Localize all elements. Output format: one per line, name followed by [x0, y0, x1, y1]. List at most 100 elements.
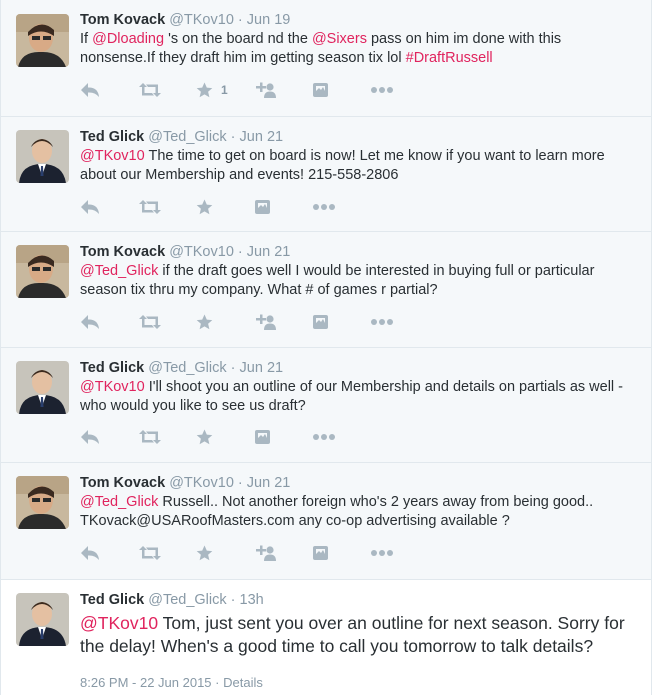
tweetdeck-button[interactable]	[312, 543, 370, 563]
tweet-text: @TKov10 Tom, just sent you over an outli…	[80, 612, 639, 658]
full-timestamp[interactable]: 8:26 PM - 22 Jun 2015	[80, 675, 212, 690]
mention-link[interactable]: @Sixers	[312, 31, 367, 47]
text-segment: I'll shoot you an outline of our Members…	[80, 379, 624, 414]
tweetdeck-button[interactable]	[254, 427, 312, 447]
tweetdeck-icon	[313, 546, 328, 560]
timestamp[interactable]: Jun 21	[247, 475, 291, 491]
display-name[interactable]: Ted Glick	[80, 592, 144, 608]
tweet-text: @Ted_Glick if the draft goes well I woul…	[80, 262, 639, 300]
display-name[interactable]: Tom Kovack	[80, 12, 165, 28]
favorite-button[interactable]	[196, 312, 254, 332]
meta-separator: ·	[215, 675, 220, 690]
more-icon	[371, 87, 393, 93]
follow-icon	[256, 82, 276, 98]
avatar[interactable]	[16, 361, 69, 414]
mention-link[interactable]: @TKov10	[80, 613, 158, 633]
ted-avatar-image	[16, 130, 69, 183]
separator: ·	[237, 244, 243, 260]
favorite-icon	[196, 545, 213, 561]
more-button[interactable]	[312, 197, 370, 217]
favorite-button[interactable]	[196, 543, 254, 563]
follow-button[interactable]	[254, 312, 312, 332]
timestamp[interactable]: Jun 19	[247, 12, 291, 28]
timestamp[interactable]: Jun 21	[240, 129, 284, 145]
more-icon	[371, 319, 393, 325]
avatar[interactable]	[16, 130, 69, 183]
display-name[interactable]: Ted Glick	[80, 360, 144, 376]
tweet-header: Ted Glick @Ted_Glick · Jun 21	[80, 128, 639, 146]
retweet-button[interactable]	[138, 80, 196, 100]
reply-button[interactable]	[80, 197, 138, 217]
follow-button[interactable]	[254, 543, 312, 563]
retweet-button[interactable]	[138, 543, 196, 563]
tweet[interactable]: Tom Kovack @TKov10 · Jun 21 @Ted_Glick i…	[1, 232, 651, 348]
tweet[interactable]: Ted Glick @Ted_Glick · Jun 21 @TKov10 I'…	[1, 348, 651, 463]
timestamp[interactable]: 13h	[240, 592, 264, 608]
favorite-button[interactable]	[196, 197, 254, 217]
more-button[interactable]	[312, 427, 370, 447]
display-name[interactable]: Tom Kovack	[80, 244, 165, 260]
text-segment: 's on the board nd the	[164, 31, 312, 47]
hashtag-link[interactable]: #DraftRussell	[406, 50, 493, 66]
retweet-icon	[139, 430, 161, 444]
avatar[interactable]	[16, 245, 69, 298]
tweet[interactable]: Tom Kovack @TKov10 · Jun 19 If @Dloading…	[1, 0, 651, 117]
more-icon	[313, 434, 335, 440]
reply-button[interactable]	[80, 543, 138, 563]
tweet-text: If @Dloading 's on the board nd the @Six…	[80, 30, 639, 68]
more-button[interactable]	[370, 80, 428, 100]
text-segment: Tom, just sent you over an outline for n…	[80, 613, 625, 656]
mention-link[interactable]: @TKov10	[80, 379, 145, 395]
mention-link[interactable]: @TKov10	[80, 148, 145, 164]
timestamp[interactable]: Jun 21	[247, 244, 291, 260]
favorite-icon	[196, 82, 213, 98]
favorite-button[interactable]	[196, 427, 254, 447]
username[interactable]: @TKov10	[169, 244, 234, 260]
mention-link[interactable]: @Dloading	[92, 31, 164, 47]
tweetdeck-button[interactable]	[312, 312, 370, 332]
text-segment: The time to get on board is now! Let me …	[80, 148, 605, 183]
ted-avatar-image	[16, 361, 69, 414]
retweet-icon	[139, 315, 161, 329]
tweet[interactable]: Ted Glick @Ted_Glick · Jun 21 @TKov10 Th…	[1, 117, 651, 232]
tweet[interactable]: Tom Kovack @TKov10 · Jun 21 @Ted_Glick R…	[1, 463, 651, 580]
reply-button[interactable]	[80, 427, 138, 447]
mention-link[interactable]: @Ted_Glick	[80, 263, 158, 279]
conversation-thread: Tom Kovack @TKov10 · Jun 19 If @Dloading…	[0, 0, 652, 695]
tweet-text: @TKov10 The time to get on board is now!…	[80, 147, 639, 185]
permalink-tweet[interactable]: Ted Glick @Ted_Glick · 13h @TKov10 Tom, …	[1, 580, 651, 695]
username[interactable]: @TKov10	[169, 12, 234, 28]
avatar[interactable]	[16, 593, 69, 646]
username[interactable]: @Ted_Glick	[148, 592, 226, 608]
retweet-button[interactable]	[138, 312, 196, 332]
details-link[interactable]: Details	[223, 675, 263, 690]
avatar[interactable]	[16, 476, 69, 529]
username[interactable]: @Ted_Glick	[148, 360, 226, 376]
more-button[interactable]	[370, 543, 428, 563]
follow-button[interactable]	[254, 80, 312, 100]
tweetdeck-icon	[313, 83, 328, 97]
username[interactable]: @Ted_Glick	[148, 129, 226, 145]
username[interactable]: @TKov10	[169, 475, 234, 491]
display-name[interactable]: Ted Glick	[80, 129, 144, 145]
tom-avatar-image	[16, 14, 69, 67]
text-segment: if the draft goes well I would be intere…	[80, 263, 595, 298]
retweet-button[interactable]	[138, 197, 196, 217]
favorite-button[interactable]: 1	[196, 80, 254, 100]
reply-button[interactable]	[80, 80, 138, 100]
retweet-button[interactable]	[138, 427, 196, 447]
tweet-actions	[80, 312, 428, 332]
favorite-icon	[196, 199, 213, 215]
follow-icon	[256, 314, 276, 330]
tweet-actions	[80, 197, 370, 217]
tweet-header: Tom Kovack @TKov10 · Jun 21	[80, 243, 639, 261]
avatar[interactable]	[16, 14, 69, 67]
tweetdeck-button[interactable]	[312, 80, 370, 100]
reply-button[interactable]	[80, 312, 138, 332]
tweetdeck-icon	[255, 200, 270, 214]
tweetdeck-button[interactable]	[254, 197, 312, 217]
more-button[interactable]	[370, 312, 428, 332]
display-name[interactable]: Tom Kovack	[80, 475, 165, 491]
mention-link[interactable]: @Ted_Glick	[80, 494, 158, 510]
timestamp[interactable]: Jun 21	[240, 360, 284, 376]
